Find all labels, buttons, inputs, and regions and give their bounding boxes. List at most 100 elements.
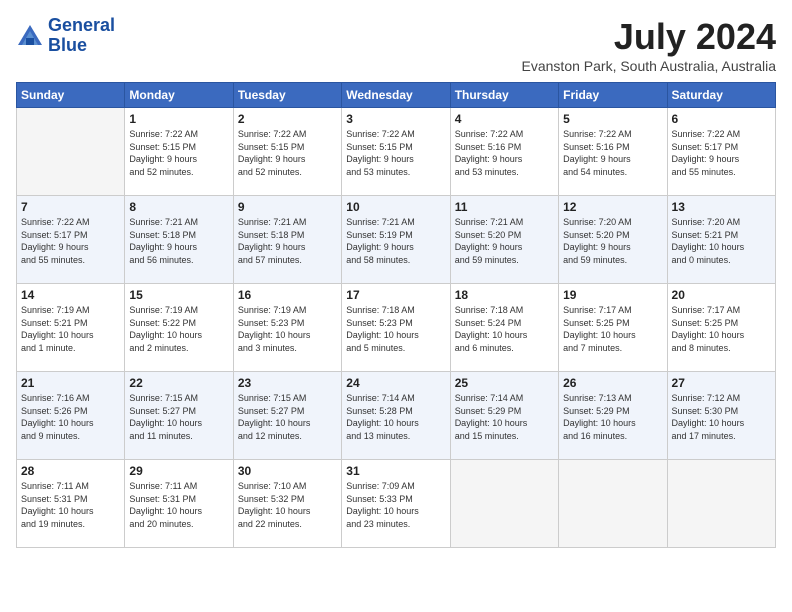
calendar-table: SundayMondayTuesdayWednesdayThursdayFrid… [16,82,776,548]
day-info: Sunrise: 7:19 AMSunset: 5:22 PMDaylight:… [129,304,228,354]
day-number: 20 [672,288,771,302]
calendar-cell: 5 Sunrise: 7:22 AMSunset: 5:16 PMDaylight… [559,108,667,196]
day-info: Sunrise: 7:16 AMSunset: 5:26 PMDaylight:… [21,392,120,442]
week-row-3: 14 Sunrise: 7:19 AMSunset: 5:21 PMDayligh… [17,284,776,372]
calendar-cell: 15 Sunrise: 7:19 AMSunset: 5:22 PMDayligh… [125,284,233,372]
calendar-cell: 6 Sunrise: 7:22 AMSunset: 5:17 PMDaylight… [667,108,775,196]
calendar-cell [450,460,558,548]
location: Evanston Park, South Australia, Australi… [522,58,776,74]
calendar-cell: 1 Sunrise: 7:22 AMSunset: 5:15 PMDaylight… [125,108,233,196]
day-info: Sunrise: 7:17 AMSunset: 5:25 PMDaylight:… [672,304,771,354]
calendar-cell: 24 Sunrise: 7:14 AMSunset: 5:28 PMDayligh… [342,372,450,460]
day-number: 27 [672,376,771,390]
day-info: Sunrise: 7:22 AMSunset: 5:15 PMDaylight:… [346,128,445,178]
calendar-cell: 3Sunrise: 7:22 AMSunset: 5:15 PMDaylight… [342,108,450,196]
day-number: 28 [21,464,120,478]
day-info: Sunrise: 7:20 AMSunset: 5:20 PMDaylight:… [563,216,662,266]
day-number: 15 [129,288,228,302]
title-block: July 2024 Evanston Park, South Australia… [522,16,776,74]
day-number: 22 [129,376,228,390]
calendar-cell: 20 Sunrise: 7:17 AMSunset: 5:25 PMDayligh… [667,284,775,372]
day-info: Sunrise: 7:15 AMSunset: 5:27 PMDaylight:… [238,392,337,442]
day-info: Sunrise: 7:21 AMSunset: 5:18 PMDaylight:… [129,216,228,266]
header-saturday: Saturday [667,83,775,108]
day-number: 5 [563,112,662,126]
day-info: Sunrise: 7:11 AMSunset: 5:31 PMDaylight:… [129,480,228,530]
day-number: 31 [346,464,445,478]
week-row-2: 7Sunrise: 7:22 AMSunset: 5:17 PMDaylight… [17,196,776,284]
day-number: 16 [238,288,337,302]
week-row-4: 21 Sunrise: 7:16 AMSunset: 5:26 PMDayligh… [17,372,776,460]
day-number: 10 [346,200,445,214]
day-info: Sunrise: 7:19 AMSunset: 5:21 PMDaylight:… [21,304,120,354]
calendar-cell: 10Sunrise: 7:21 AMSunset: 5:19 PMDayligh… [342,196,450,284]
day-info: Sunrise: 7:22 AMSunset: 5:16 PMDaylight:… [455,128,554,178]
day-number: 11 [455,200,554,214]
month-year: July 2024 [522,16,776,58]
day-info: Sunrise: 7:22 AMSunset: 5:16 PMDaylight:… [563,128,662,178]
day-info: Sunrise: 7:14 AMSunset: 5:28 PMDaylight:… [346,392,445,442]
calendar-cell: 2 Sunrise: 7:22 AMSunset: 5:15 PMDaylight… [233,108,341,196]
day-info: Sunrise: 7:22 AMSunset: 5:15 PMDaylight:… [129,128,228,178]
calendar-cell: 8 Sunrise: 7:21 AMSunset: 5:18 PMDaylight… [125,196,233,284]
day-info: Sunrise: 7:19 AMSunset: 5:23 PMDaylight:… [238,304,337,354]
calendar-cell: 17Sunrise: 7:18 AMSunset: 5:23 PMDayligh… [342,284,450,372]
calendar-cell: 26 Sunrise: 7:13 AMSunset: 5:29 PMDayligh… [559,372,667,460]
day-number: 25 [455,376,554,390]
day-info: Sunrise: 7:22 AMSunset: 5:17 PMDaylight:… [672,128,771,178]
calendar-cell [559,460,667,548]
calendar-cell: 14 Sunrise: 7:19 AMSunset: 5:21 PMDayligh… [17,284,125,372]
day-number: 13 [672,200,771,214]
week-row-5: 28 Sunrise: 7:11 AMSunset: 5:31 PMDayligh… [17,460,776,548]
calendar-cell [667,460,775,548]
day-number: 12 [563,200,662,214]
day-number: 24 [346,376,445,390]
calendar-cell: 9 Sunrise: 7:21 AMSunset: 5:18 PMDaylight… [233,196,341,284]
day-number: 14 [21,288,120,302]
day-number: 4 [455,112,554,126]
day-info: Sunrise: 7:15 AMSunset: 5:27 PMDaylight:… [129,392,228,442]
calendar-cell: 28 Sunrise: 7:11 AMSunset: 5:31 PMDayligh… [17,460,125,548]
calendar-header-row: SundayMondayTuesdayWednesdayThursdayFrid… [17,83,776,108]
day-number: 18 [455,288,554,302]
day-number: 29 [129,464,228,478]
logo-icon [16,23,44,51]
day-info: Sunrise: 7:14 AMSunset: 5:29 PMDaylight:… [455,392,554,442]
header-sunday: Sunday [17,83,125,108]
day-number: 26 [563,376,662,390]
calendar-cell: 12 Sunrise: 7:20 AMSunset: 5:20 PMDayligh… [559,196,667,284]
day-number: 2 [238,112,337,126]
day-number: 9 [238,200,337,214]
day-number: 1 [129,112,228,126]
week-row-1: 1 Sunrise: 7:22 AMSunset: 5:15 PMDaylight… [17,108,776,196]
calendar-cell: 30 Sunrise: 7:10 AMSunset: 5:32 PMDayligh… [233,460,341,548]
calendar-cell: 23Sunrise: 7:15 AMSunset: 5:27 PMDayligh… [233,372,341,460]
day-number: 21 [21,376,120,390]
header-monday: Monday [125,83,233,108]
day-info: Sunrise: 7:21 AMSunset: 5:18 PMDaylight:… [238,216,337,266]
day-info: Sunrise: 7:18 AMSunset: 5:24 PMDaylight:… [455,304,554,354]
calendar-cell: 25 Sunrise: 7:14 AMSunset: 5:29 PMDayligh… [450,372,558,460]
day-info: Sunrise: 7:18 AMSunset: 5:23 PMDaylight:… [346,304,445,354]
day-number: 8 [129,200,228,214]
calendar-cell: 19Sunrise: 7:17 AMSunset: 5:25 PMDayligh… [559,284,667,372]
day-info: Sunrise: 7:11 AMSunset: 5:31 PMDaylight:… [21,480,120,530]
header-thursday: Thursday [450,83,558,108]
calendar-cell: 27 Sunrise: 7:12 AMSunset: 5:30 PMDayligh… [667,372,775,460]
day-info: Sunrise: 7:10 AMSunset: 5:32 PMDaylight:… [238,480,337,530]
day-info: Sunrise: 7:12 AMSunset: 5:30 PMDaylight:… [672,392,771,442]
calendar-cell: 22 Sunrise: 7:15 AMSunset: 5:27 PMDayligh… [125,372,233,460]
day-info: Sunrise: 7:09 AMSunset: 5:33 PMDaylight:… [346,480,445,530]
calendar-cell: 11Sunrise: 7:21 AMSunset: 5:20 PMDayligh… [450,196,558,284]
calendar-cell: 29 Sunrise: 7:11 AMSunset: 5:31 PMDayligh… [125,460,233,548]
calendar-cell: 13Sunrise: 7:20 AMSunset: 5:21 PMDayligh… [667,196,775,284]
calendar-cell: 7Sunrise: 7:22 AMSunset: 5:17 PMDaylight… [17,196,125,284]
header-friday: Friday [559,83,667,108]
day-number: 19 [563,288,662,302]
day-number: 30 [238,464,337,478]
logo-text: General Blue [48,16,115,56]
day-number: 6 [672,112,771,126]
day-info: Sunrise: 7:22 AMSunset: 5:15 PMDaylight:… [238,128,337,178]
day-number: 7 [21,200,120,214]
day-info: Sunrise: 7:13 AMSunset: 5:29 PMDaylight:… [563,392,662,442]
